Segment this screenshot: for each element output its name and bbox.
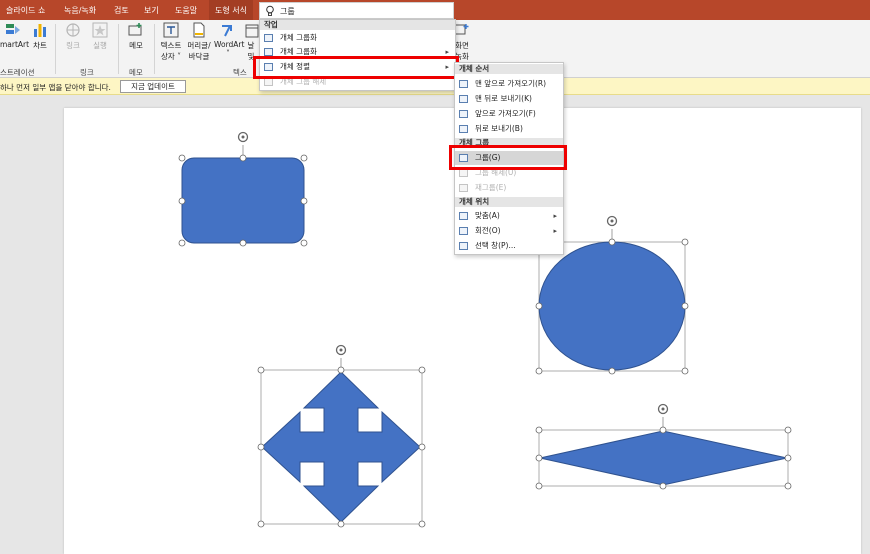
- menu-item-label: 개체 그룹화: [280, 47, 317, 56]
- menu-item-align[interactable]: 맞춤(A) ▸: [455, 209, 563, 223]
- rotate-handle[interactable]: [657, 403, 669, 415]
- order-section-header: 개체 순서: [455, 64, 563, 74]
- menu-item-bring-forward[interactable]: 앞으로 가져오기(F): [455, 107, 563, 121]
- menu-item-selection-pane[interactable]: 선택 창(P)...: [455, 239, 563, 253]
- bring-to-front-icon: [459, 80, 468, 88]
- menu-item-send-to-back[interactable]: 맨 뒤로 보내기(K): [455, 92, 563, 106]
- group-objects-icon: [264, 48, 273, 56]
- menu-item-label: 맨 앞으로 가져오기(R): [475, 79, 547, 88]
- menu-item-label: 재그룹(E): [475, 183, 507, 192]
- rotate-icon: [459, 227, 468, 235]
- menu-item-label: 회전(O): [475, 226, 501, 235]
- search-results-menu: 작업 개체 그룹화 개체 그룹화 ▸ 개체 정렬 ▸ 개체 그룹 해제: [259, 19, 456, 91]
- quad-arrow-shape[interactable]: [257, 344, 426, 528]
- menu-item-group-objects[interactable]: 개체 그룹화: [260, 31, 455, 45]
- menu-section-header: 작업: [260, 20, 455, 30]
- menu-item-label: 선택 창(P)...: [475, 241, 516, 250]
- menu-item-regroup[interactable]: 재그룹(E): [455, 181, 563, 195]
- position-section-header: 개체 위치: [455, 197, 563, 207]
- diamond-shape[interactable]: [535, 403, 792, 490]
- selection-pane-icon: [459, 242, 468, 250]
- send-to-back-icon: [459, 95, 468, 103]
- highlight-arrange-objects: [253, 56, 459, 79]
- rotate-handle[interactable]: [606, 215, 618, 227]
- menu-item-label: 뒤로 보내기(B): [475, 124, 523, 133]
- ungroup-icon: [264, 78, 273, 86]
- rounded-rectangle-shape[interactable]: [178, 131, 308, 247]
- menu-item-label: 개체 그룹화: [280, 33, 317, 42]
- bring-forward-icon: [459, 110, 468, 118]
- ungroup-icon: [459, 169, 468, 177]
- menu-item-send-backward[interactable]: 뒤로 보내기(B): [455, 122, 563, 136]
- menu-item-label: 맨 뒤로 보내기(K): [475, 94, 532, 103]
- highlight-group: [449, 145, 567, 170]
- menu-item-bring-to-front[interactable]: 맨 앞으로 가져오기(R): [455, 77, 563, 91]
- menu-item-label: 앞으로 가져오기(F): [475, 109, 536, 118]
- send-backward-icon: [459, 125, 468, 133]
- align-icon: [459, 212, 468, 220]
- rotate-handle[interactable]: [237, 131, 249, 143]
- rotate-handle[interactable]: [335, 344, 347, 356]
- menu-item-rotate[interactable]: 회전(O) ▸: [455, 224, 563, 238]
- menu-item-label: 맞춤(A): [475, 211, 500, 220]
- group-objects-icon: [264, 34, 273, 42]
- regroup-icon: [459, 184, 468, 192]
- submenu-arrow-icon: ▸: [553, 212, 557, 220]
- submenu-arrow-icon: ▸: [553, 227, 557, 235]
